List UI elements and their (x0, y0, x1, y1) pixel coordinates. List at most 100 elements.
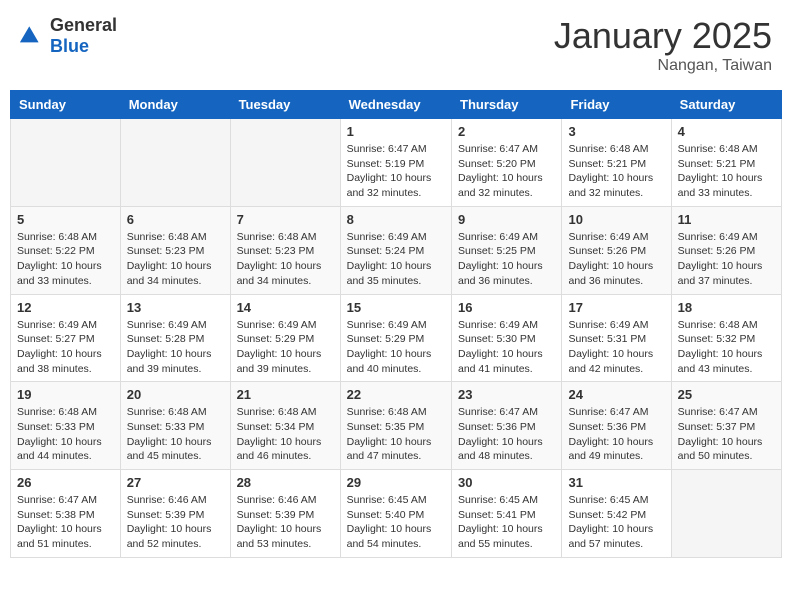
day-info: Sunrise: 6:47 AM Sunset: 5:36 PM Dayligh… (458, 405, 555, 464)
calendar-cell: 2 Sunrise: 6:47 AM Sunset: 5:20 PM Daylig… (452, 119, 562, 207)
day-info: Sunrise: 6:48 AM Sunset: 5:23 PM Dayligh… (237, 230, 334, 289)
day-number: 3 (568, 124, 664, 139)
day-number: 5 (17, 212, 114, 227)
day-info: Sunrise: 6:48 AM Sunset: 5:21 PM Dayligh… (568, 142, 664, 201)
day-number: 20 (127, 387, 224, 402)
calendar-cell: 24Sunrise: 6:47 AM Sunset: 5:36 PM Dayli… (562, 382, 671, 470)
day-number: 13 (127, 300, 224, 315)
day-info: Sunrise: 6:49 AM Sunset: 5:27 PM Dayligh… (17, 318, 114, 377)
day-info: Sunrise: 6:47 AM Sunset: 5:36 PM Dayligh… (568, 405, 664, 464)
day-info: Sunrise: 6:45 AM Sunset: 5:40 PM Dayligh… (347, 493, 445, 552)
day-info: Sunrise: 6:47 AM Sunset: 5:20 PM Dayligh… (458, 142, 555, 201)
calendar-cell: 5 Sunrise: 6:48 AM Sunset: 5:22 PM Daylig… (11, 206, 121, 294)
day-number: 15 (347, 300, 445, 315)
day-number: 21 (237, 387, 334, 402)
day-number: 19 (17, 387, 114, 402)
weekday-header: Saturday (671, 91, 781, 119)
day-number: 8 (347, 212, 445, 227)
weekday-header: Thursday (452, 91, 562, 119)
calendar-week-row: 12Sunrise: 6:49 AM Sunset: 5:27 PM Dayli… (11, 294, 782, 382)
calendar-cell: 29 Sunrise: 6:45 AM Sunset: 5:40 PM Dayli… (340, 470, 451, 558)
svg-text:⛰: ⛰ (20, 22, 39, 47)
calendar-cell: 21 Sunrise: 6:48 AM Sunset: 5:34 PM Dayli… (230, 382, 340, 470)
logo-general-text: General (50, 15, 117, 35)
day-info: Sunrise: 6:48 AM Sunset: 5:21 PM Dayligh… (678, 142, 775, 201)
day-number: 1 (347, 124, 445, 139)
weekday-header: Tuesday (230, 91, 340, 119)
weekday-header: Friday (562, 91, 671, 119)
calendar-cell: 16 Sunrise: 6:49 AM Sunset: 5:30 PM Dayli… (452, 294, 562, 382)
logo-blue-text: Blue (50, 36, 89, 56)
day-number: 11 (678, 212, 775, 227)
calendar-cell (120, 119, 230, 207)
day-number: 4 (678, 124, 775, 139)
calendar-week-row: 5 Sunrise: 6:48 AM Sunset: 5:22 PM Daylig… (11, 206, 782, 294)
day-number: 23 (458, 387, 555, 402)
day-info: Sunrise: 6:49 AM Sunset: 5:26 PM Dayligh… (568, 230, 664, 289)
day-number: 9 (458, 212, 555, 227)
calendar-cell: 27 Sunrise: 6:46 AM Sunset: 5:39 PM Dayli… (120, 470, 230, 558)
calendar-cell: 10 Sunrise: 6:49 AM Sunset: 5:26 PM Dayli… (562, 206, 671, 294)
calendar-cell: 19 Sunrise: 6:48 AM Sunset: 5:33 PM Dayli… (11, 382, 121, 470)
day-number: 31 (568, 475, 664, 490)
calendar-cell: 25 Sunrise: 6:47 AM Sunset: 5:37 PM Dayli… (671, 382, 781, 470)
day-info: Sunrise: 6:45 AM Sunset: 5:42 PM Dayligh… (568, 493, 664, 552)
day-number: 2 (458, 124, 555, 139)
day-number: 18 (678, 300, 775, 315)
location-subtitle: Nangan, Taiwan (554, 57, 772, 75)
calendar-cell: 14 Sunrise: 6:49 AM Sunset: 5:29 PM Dayli… (230, 294, 340, 382)
day-number: 10 (568, 212, 664, 227)
day-number: 6 (127, 212, 224, 227)
calendar-table: SundayMondayTuesdayWednesdayThursdayFrid… (10, 90, 782, 558)
day-info: Sunrise: 6:48 AM Sunset: 5:35 PM Dayligh… (347, 405, 445, 464)
calendar-week-row: 1 Sunrise: 6:47 AM Sunset: 5:19 PM Daylig… (11, 119, 782, 207)
calendar-week-row: 26 Sunrise: 6:47 AM Sunset: 5:38 PM Dayli… (11, 470, 782, 558)
calendar-cell: 26 Sunrise: 6:47 AM Sunset: 5:38 PM Dayli… (11, 470, 121, 558)
day-info: Sunrise: 6:48 AM Sunset: 5:33 PM Dayligh… (127, 405, 224, 464)
weekday-header: Sunday (11, 91, 121, 119)
day-info: Sunrise: 6:49 AM Sunset: 5:28 PM Dayligh… (127, 318, 224, 377)
day-info: Sunrise: 6:48 AM Sunset: 5:33 PM Dayligh… (17, 405, 114, 464)
day-info: Sunrise: 6:46 AM Sunset: 5:39 PM Dayligh… (237, 493, 334, 552)
calendar-cell: 12Sunrise: 6:49 AM Sunset: 5:27 PM Dayli… (11, 294, 121, 382)
calendar-cell: 17 Sunrise: 6:49 AM Sunset: 5:31 PM Dayli… (562, 294, 671, 382)
calendar-cell (671, 470, 781, 558)
calendar-cell: 30Sunrise: 6:45 AM Sunset: 5:41 PM Dayli… (452, 470, 562, 558)
calendar-cell: 15Sunrise: 6:49 AM Sunset: 5:29 PM Dayli… (340, 294, 451, 382)
calendar-cell: 18 Sunrise: 6:48 AM Sunset: 5:32 PM Dayli… (671, 294, 781, 382)
day-info: Sunrise: 6:49 AM Sunset: 5:31 PM Dayligh… (568, 318, 664, 377)
day-info: Sunrise: 6:46 AM Sunset: 5:39 PM Dayligh… (127, 493, 224, 552)
day-info: Sunrise: 6:48 AM Sunset: 5:34 PM Dayligh… (237, 405, 334, 464)
calendar-cell: 13 Sunrise: 6:49 AM Sunset: 5:28 PM Dayli… (120, 294, 230, 382)
calendar-cell: 9Sunrise: 6:49 AM Sunset: 5:25 PM Daylig… (452, 206, 562, 294)
logo-icon: ⛰ (20, 22, 48, 50)
day-number: 27 (127, 475, 224, 490)
day-number: 17 (568, 300, 664, 315)
logo: ⛰ General Blue (20, 15, 117, 57)
calendar-cell: 11Sunrise: 6:49 AM Sunset: 5:26 PM Dayli… (671, 206, 781, 294)
calendar-cell: 8 Sunrise: 6:49 AM Sunset: 5:24 PM Daylig… (340, 206, 451, 294)
day-info: Sunrise: 6:48 AM Sunset: 5:23 PM Dayligh… (127, 230, 224, 289)
day-number: 25 (678, 387, 775, 402)
day-info: Sunrise: 6:47 AM Sunset: 5:37 PM Dayligh… (678, 405, 775, 464)
day-info: Sunrise: 6:48 AM Sunset: 5:32 PM Dayligh… (678, 318, 775, 377)
day-info: Sunrise: 6:47 AM Sunset: 5:19 PM Dayligh… (347, 142, 445, 201)
day-number: 16 (458, 300, 555, 315)
day-info: Sunrise: 6:49 AM Sunset: 5:30 PM Dayligh… (458, 318, 555, 377)
day-number: 14 (237, 300, 334, 315)
calendar-cell: 1 Sunrise: 6:47 AM Sunset: 5:19 PM Daylig… (340, 119, 451, 207)
day-number: 26 (17, 475, 114, 490)
calendar-cell: 23 Sunrise: 6:47 AM Sunset: 5:36 PM Dayli… (452, 382, 562, 470)
day-info: Sunrise: 6:49 AM Sunset: 5:24 PM Dayligh… (347, 230, 445, 289)
calendar-cell: 31 Sunrise: 6:45 AM Sunset: 5:42 PM Dayli… (562, 470, 671, 558)
day-info: Sunrise: 6:48 AM Sunset: 5:22 PM Dayligh… (17, 230, 114, 289)
calendar-cell: 6 Sunrise: 6:48 AM Sunset: 5:23 PM Daylig… (120, 206, 230, 294)
calendar-cell: 20 Sunrise: 6:48 AM Sunset: 5:33 PM Dayli… (120, 382, 230, 470)
day-info: Sunrise: 6:49 AM Sunset: 5:29 PM Dayligh… (237, 318, 334, 377)
day-number: 29 (347, 475, 445, 490)
calendar-header-row: SundayMondayTuesdayWednesdayThursdayFrid… (11, 91, 782, 119)
weekday-header: Monday (120, 91, 230, 119)
day-info: Sunrise: 6:47 AM Sunset: 5:38 PM Dayligh… (17, 493, 114, 552)
calendar-cell: 28Sunrise: 6:46 AM Sunset: 5:39 PM Dayli… (230, 470, 340, 558)
day-number: 30 (458, 475, 555, 490)
